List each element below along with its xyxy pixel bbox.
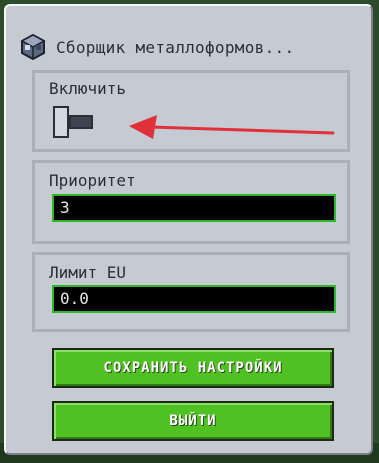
- enable-label: Включить: [49, 79, 127, 98]
- limit-input[interactable]: 0.0: [52, 285, 336, 313]
- enable-section: Включить: [32, 70, 350, 152]
- toggle-knob: [53, 106, 69, 138]
- priority-section: Приоритет 3: [32, 160, 350, 244]
- toggle-rail: [69, 115, 93, 129]
- red-arrow-icon: [129, 115, 335, 139]
- window-title: Сборщик металлоформов...: [56, 37, 295, 57]
- limit-label: Лимит EU: [49, 263, 127, 282]
- machine-block-icon: [20, 34, 46, 60]
- limit-section: Лимит EU 0.0: [32, 252, 350, 332]
- enable-toggle[interactable]: [53, 106, 97, 140]
- machine-config-window: Сборщик металлоформов... Включить Приори…: [4, 4, 373, 455]
- exit-button[interactable]: ВЫЙТИ: [52, 401, 334, 441]
- priority-label: Приоритет: [49, 171, 136, 190]
- priority-input[interactable]: 3: [52, 194, 336, 222]
- window-header: Сборщик металлоформов...: [20, 32, 294, 62]
- save-settings-button[interactable]: СОХРАНИТЬ НАСТРОЙКИ: [52, 348, 334, 388]
